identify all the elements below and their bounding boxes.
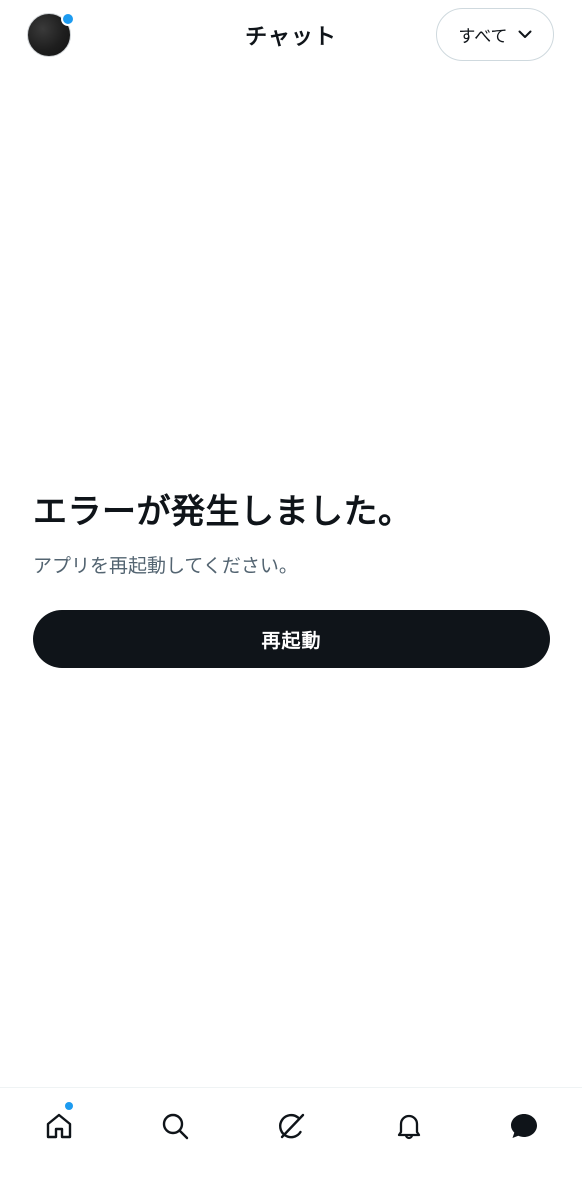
filter-dropdown-button[interactable]: すべて xyxy=(436,8,554,61)
restart-button-label: 再起動 xyxy=(261,629,322,652)
home-notification-dot xyxy=(65,1102,73,1110)
error-title: エラーが発生しました。 xyxy=(33,492,413,532)
bell-icon xyxy=(397,1114,421,1140)
grok-icon xyxy=(279,1113,305,1139)
chevron-down-icon xyxy=(518,30,532,38)
nav-search[interactable] xyxy=(155,1106,195,1146)
bottom-navigation xyxy=(0,1087,582,1201)
nav-chat[interactable] xyxy=(504,1106,544,1146)
nav-home[interactable] xyxy=(39,1102,79,1146)
restart-button[interactable]: 再起動 xyxy=(33,610,550,668)
chat-icon xyxy=(511,1114,537,1138)
top-bar: チャット すべて xyxy=(0,0,582,70)
search-icon xyxy=(162,1113,189,1140)
error-message: アプリを再起動してください。 xyxy=(33,555,298,577)
nav-notifications[interactable] xyxy=(389,1106,429,1146)
home-icon xyxy=(46,1113,72,1139)
nav-grok[interactable] xyxy=(272,1106,312,1146)
filter-label: すべて xyxy=(458,27,508,47)
